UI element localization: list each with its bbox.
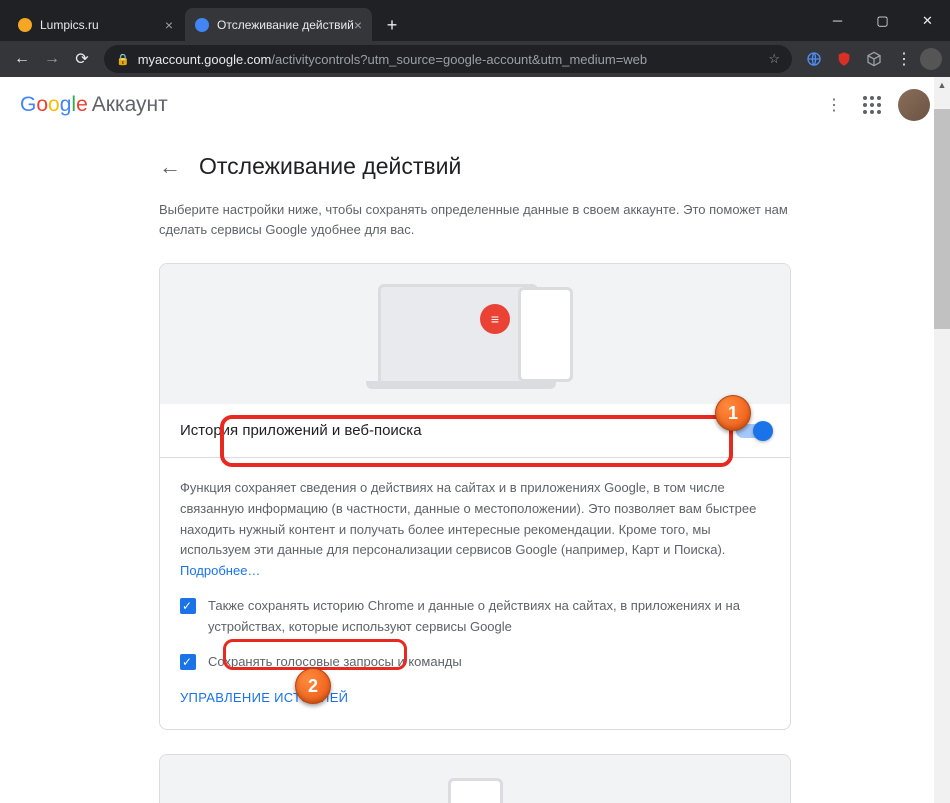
extension-globe-icon[interactable] [800,45,828,73]
profile-avatar[interactable] [898,89,930,121]
google-favicon [195,18,209,32]
card-illustration: ≡ [160,264,790,404]
page-title: Отслеживание действий [199,153,461,180]
extension-cube-icon[interactable] [860,45,888,73]
vertical-scrollbar[interactable]: ▲ [934,77,950,803]
voice-checkbox[interactable] [180,654,196,670]
toggle-label: История приложений и веб-поиска [180,422,422,439]
scroll-up-arrow[interactable]: ▲ [934,77,950,93]
more-options-icon[interactable]: ⋮ [822,93,846,117]
document-icon: ≡ [480,304,510,334]
back-button[interactable]: ← [8,45,36,73]
back-arrow-icon[interactable]: ← [159,154,181,180]
close-icon[interactable]: × [354,17,362,33]
annotation-marker-1: 1 [715,395,751,431]
close-icon[interactable]: × [165,17,173,33]
google-logo[interactable]: Google Аккаунт [20,93,168,117]
reload-button[interactable]: ⟳ [68,45,96,73]
card-body-text: Функция сохраняет сведения о действиях н… [180,480,756,557]
tab-lumpics[interactable]: Lumpics.ru × [8,8,183,41]
new-tab-button[interactable]: + [378,11,406,39]
checkbox-label: Сохранять голосовые запросы и команды [208,652,462,673]
product-name: Аккаунт [92,93,168,117]
card-illustration [160,755,790,803]
extension-shield-icon[interactable] [830,45,858,73]
apps-grid-icon[interactable] [860,93,884,117]
annotation-marker-2: 2 [295,668,331,704]
scrollbar-thumb[interactable] [934,109,950,329]
checkbox-label: Также сохранять историю Chrome и данные … [208,596,770,638]
lock-icon: 🔒 [116,53,130,66]
tab-title: Lumpics.ru [40,18,99,32]
learn-more-link[interactable]: Подробнее… [180,563,260,578]
tab-activity[interactable]: Отслеживание действий × [185,8,372,41]
tab-title: Отслеживание действий [217,18,354,32]
forward-button[interactable]: → [38,45,66,73]
lumpics-favicon [18,18,32,32]
location-card [159,754,791,803]
web-activity-card: ≡ История приложений и веб-поиска Функци… [159,263,791,730]
url-text: myaccount.google.com/activitycontrols?ut… [138,52,761,67]
profile-avatar-small[interactable] [920,48,942,70]
page-description: Выберите настройки ниже, чтобы сохранять… [159,200,791,239]
maximize-button[interactable]: ▢ [860,6,905,36]
minimize-button[interactable]: ─ [815,6,860,36]
address-bar[interactable]: 🔒 myaccount.google.com/activitycontrols?… [104,45,792,73]
bookmark-icon[interactable]: ☆ [768,51,780,67]
close-button[interactable]: ✕ [905,6,950,36]
chrome-history-checkbox[interactable] [180,598,196,614]
menu-button[interactable]: ⋮ [890,45,918,73]
